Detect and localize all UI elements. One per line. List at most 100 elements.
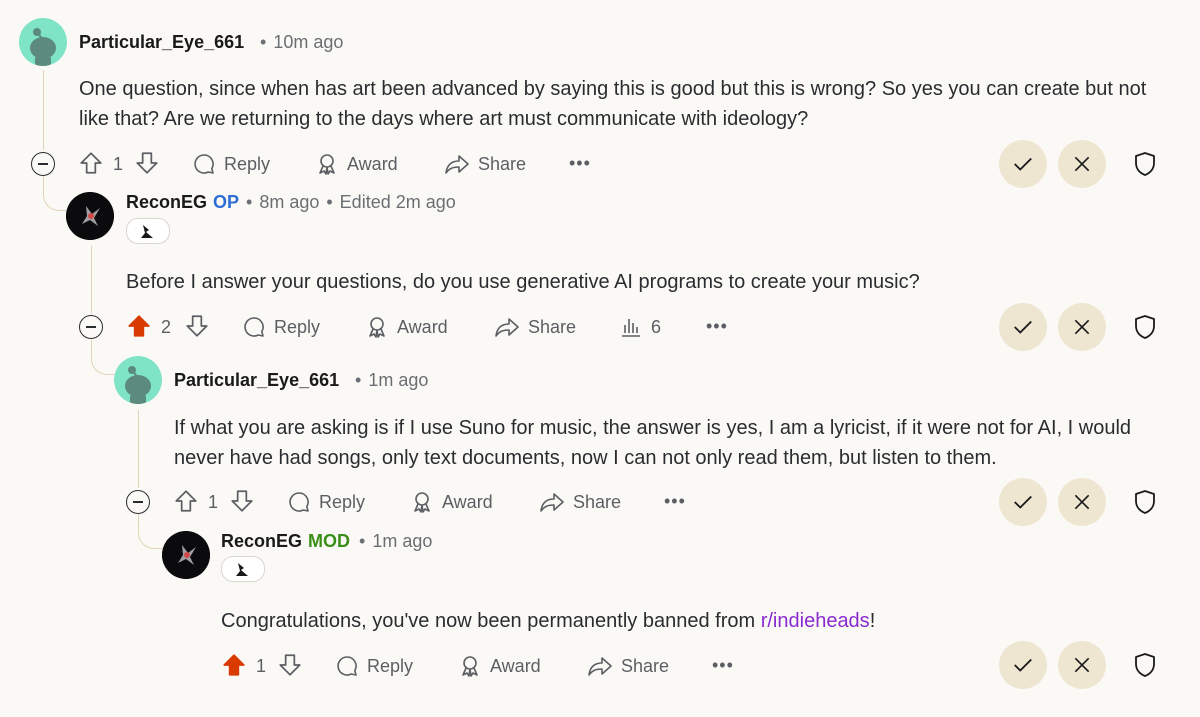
share-button[interactable]: Share	[444, 152, 526, 176]
close-icon	[1074, 657, 1090, 673]
remove-button[interactable]	[1058, 641, 1106, 689]
insights-button[interactable]: 6	[619, 315, 661, 339]
mod-shield-button[interactable]	[1131, 651, 1159, 679]
comment-bubble-icon	[194, 154, 214, 174]
approve-button[interactable]	[999, 478, 1047, 526]
comment-body: One question, since when has art been ad…	[79, 78, 1147, 130]
comment-body: Before I answer your questions, do you u…	[126, 271, 920, 293]
vote-count: 1	[256, 656, 267, 676]
comment-body: Congratulations, you've now been permane…	[221, 610, 876, 632]
award-icon	[462, 656, 478, 677]
more-options-button[interactable]: •••	[569, 153, 591, 174]
upvote-icon	[80, 152, 102, 174]
downvote-button[interactable]	[277, 652, 303, 683]
shield-icon	[1135, 490, 1155, 514]
close-icon	[1074, 319, 1090, 335]
shield-icon	[1135, 315, 1155, 339]
approve-button[interactable]	[999, 641, 1047, 689]
share-button[interactable]: Share	[494, 315, 576, 339]
comment-bubble-icon	[337, 656, 357, 676]
reply-button[interactable]: Reply	[287, 490, 365, 514]
upvote-button[interactable]	[78, 150, 104, 181]
share-icon	[540, 493, 564, 512]
close-icon	[1074, 494, 1090, 510]
upvote-filled-icon	[223, 654, 245, 676]
checkmark-icon	[1014, 495, 1032, 509]
mod-shield-button[interactable]	[1131, 313, 1159, 341]
snoo-avatar-icon	[125, 366, 151, 404]
avatar[interactable]	[114, 356, 162, 404]
share-button[interactable]: Share	[587, 654, 669, 678]
award-icon	[414, 492, 430, 513]
award-icon	[319, 154, 335, 175]
checkmark-icon	[1014, 320, 1032, 334]
collapse-thread-button[interactable]	[126, 490, 150, 514]
downvote-icon	[136, 152, 158, 174]
shield-icon	[1135, 653, 1155, 677]
reply-button[interactable]: Reply	[192, 152, 270, 176]
comment-bubble-icon	[289, 492, 309, 512]
insights-bars-icon	[622, 319, 640, 337]
flair-icon	[141, 225, 153, 238]
flair-icon	[236, 563, 248, 576]
more-options-button[interactable]: •••	[712, 655, 734, 676]
remove-button[interactable]	[1058, 303, 1106, 351]
avatar[interactable]	[66, 192, 114, 240]
remove-button[interactable]	[1058, 478, 1106, 526]
checkmark-icon	[1014, 157, 1032, 171]
user-avatar-icon	[66, 192, 114, 240]
user-flair	[126, 218, 170, 244]
comment-timestamp: • 1m ago	[359, 531, 433, 551]
share-icon	[495, 318, 519, 337]
upvote-icon	[175, 490, 197, 512]
upvote-filled-icon	[128, 315, 150, 337]
vote-count: 1	[208, 492, 219, 512]
downvote-button[interactable]	[229, 488, 255, 519]
award-button[interactable]: Award	[410, 490, 493, 514]
collapse-thread-button[interactable]	[31, 152, 55, 176]
upvote-button[interactable]	[173, 488, 199, 519]
reply-button[interactable]: Reply	[242, 315, 320, 339]
downvote-icon	[186, 315, 208, 337]
op-badge: OP	[213, 192, 240, 212]
avatar[interactable]	[162, 531, 210, 579]
downvote-button[interactable]	[134, 150, 160, 181]
vote-count: 2	[161, 317, 172, 337]
award-button[interactable]: Award	[315, 152, 398, 176]
collapse-thread-button[interactable]	[79, 315, 103, 339]
comment-author[interactable]: Particular_Eye_661	[79, 32, 244, 53]
reply-button[interactable]: Reply	[335, 654, 413, 678]
approve-button[interactable]	[999, 303, 1047, 351]
mod-badge: MOD	[308, 531, 351, 551]
comment-author[interactable]: Particular_Eye_661	[174, 370, 339, 391]
upvote-button[interactable]	[126, 313, 152, 344]
upvote-button[interactable]	[221, 652, 247, 683]
comment-author[interactable]: ReconEG MOD	[221, 531, 350, 552]
mod-shield-button[interactable]	[1131, 150, 1159, 178]
share-icon	[588, 657, 612, 676]
subreddit-link[interactable]: r/indieheads	[761, 610, 870, 632]
mod-shield-button[interactable]	[1131, 488, 1159, 516]
comment-body: If what you are asking is if I use Suno …	[174, 417, 1132, 469]
award-icon	[369, 317, 385, 338]
share-icon	[445, 155, 469, 174]
share-button[interactable]: Share	[539, 490, 621, 514]
avatar[interactable]	[19, 18, 67, 66]
comment-timestamp: • 10m ago	[260, 32, 344, 52]
user-avatar-icon	[162, 531, 210, 579]
approve-button[interactable]	[999, 140, 1047, 188]
edited-label: Edited 2m ago	[339, 192, 456, 212]
comment-timestamp: • 8m ago • Edited 2m ago	[246, 192, 456, 212]
vote-count: 1	[113, 154, 124, 174]
award-button[interactable]: Award	[365, 315, 448, 339]
award-button[interactable]: Award	[458, 654, 541, 678]
checkmark-icon	[1014, 658, 1032, 672]
remove-button[interactable]	[1058, 140, 1106, 188]
more-options-button[interactable]: •••	[664, 491, 686, 512]
more-options-button[interactable]: •••	[706, 316, 728, 337]
shield-icon	[1135, 152, 1155, 176]
user-flair	[221, 556, 265, 582]
comment-author[interactable]: ReconEG OP	[126, 192, 239, 213]
downvote-button[interactable]	[184, 313, 210, 344]
comment-bubble-icon	[244, 317, 264, 337]
